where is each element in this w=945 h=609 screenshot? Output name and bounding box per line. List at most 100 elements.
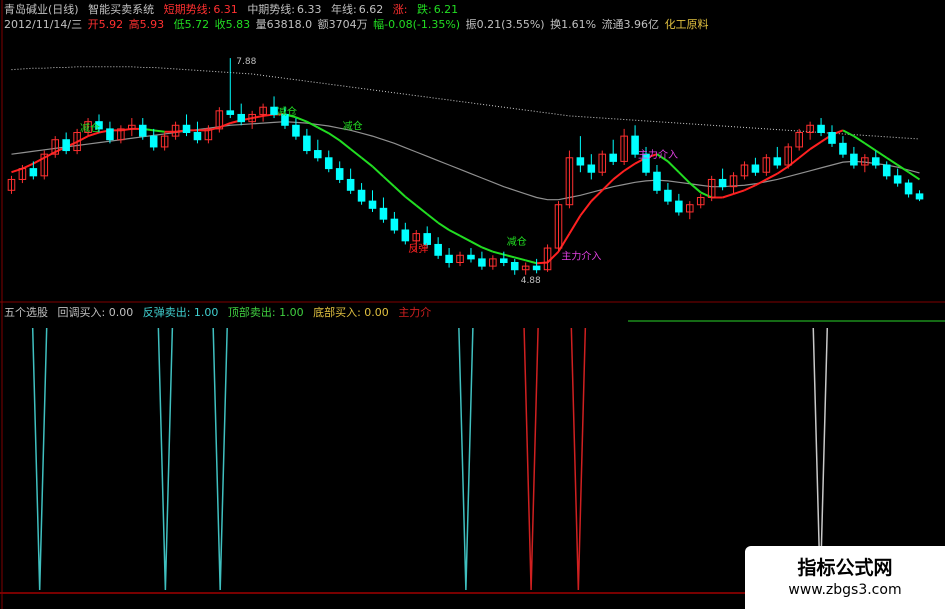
candle-body [850,153,858,166]
candle-body [149,135,158,148]
candle-body [314,150,322,159]
low-price-marker: 4.88 [521,276,541,286]
short-trend-segment [415,204,428,215]
signal-annotation: 主力介入 [561,249,601,262]
short-trend-segment [853,135,866,145]
short-trend-segment [459,234,472,243]
short-trend-segment [514,256,526,262]
candle-body [893,175,902,184]
short-trend-segment [765,172,778,181]
indicator-spike [523,327,539,591]
short-trend-segment [43,151,56,159]
candle-body [237,113,246,123]
short-trend-segment [809,141,822,150]
candle-body [904,182,913,195]
candle-body [828,132,836,144]
signal-annotation: 反弹 [408,242,428,255]
short-trend-segment [733,189,745,195]
candle-body [915,193,924,200]
signal-annotation: 减仓 [507,235,527,248]
indicator-spike [157,327,174,591]
short-trend-segment [897,164,910,174]
short-trend-segment [503,253,515,259]
short-trend-segment [339,139,352,150]
short-trend-segment [295,116,308,123]
short-trend-segment [875,149,888,159]
year-line [11,66,920,140]
candle-body [29,168,38,177]
short-trend-segment [21,162,34,170]
indicator-spike [31,327,48,591]
candle-body [839,142,847,155]
watermark-url: www.zbgs3.com [788,582,902,598]
short-trend-segment [76,135,89,143]
mid-trend-line [11,121,920,201]
candle-body [138,124,147,137]
candle-body [773,157,782,166]
candle-body [532,265,541,271]
candle-body [609,153,617,162]
signal-annotation: 主力介入 [638,148,678,161]
signal-annotation: 减仓 [343,119,363,132]
short-trend-segment [153,129,165,133]
candle-body [423,233,431,245]
candle-body [510,262,519,271]
signal-annotation: 减仓 [80,121,100,134]
short-trend-segment [700,191,713,199]
candle-body [817,124,825,134]
candle-body [500,258,508,263]
candle-body [303,135,311,152]
short-trend-segment [350,148,363,159]
candle-body [390,218,399,231]
candle-body [193,132,202,141]
candle-body [357,189,366,202]
candle-body [292,124,300,137]
short-trend-segment [886,156,899,166]
short-trend-segment [744,184,756,192]
candle-body [751,164,760,173]
short-trend-segment [864,142,877,152]
candle-body [882,164,891,177]
candle-body [718,178,727,188]
short-trend-segment [32,156,45,165]
candle-body [226,110,235,115]
candle-body [653,171,661,191]
short-trend-segment [470,240,483,249]
short-trend-segment [776,165,789,175]
candle-body [587,164,596,173]
candle-body [62,139,70,152]
kline-chart[interactable]: 7.884.88减仓减仓减仓减仓反弹主力介入主力介入 [0,0,945,609]
short-trend-segment [557,233,571,253]
short-trend-segment [481,246,494,253]
short-trend-segment [11,167,23,174]
indicator-spike [458,327,474,591]
short-trend-segment [546,250,560,264]
short-trend-segment [317,126,330,135]
short-trend-segment [798,148,811,159]
candle-body [664,189,672,202]
short-trend-segment [842,129,855,137]
candle-body [467,254,475,260]
candle-body [675,200,683,213]
short-trend-segment [667,160,680,173]
short-trend-segment [908,171,921,181]
short-trend-segment [328,132,341,142]
short-trend-segment [536,261,548,265]
candle-body [445,254,453,263]
short-trend-segment [426,213,439,224]
short-trend-segment [393,185,407,198]
candle-body [335,168,344,180]
short-trend-segment [371,165,385,178]
short-trend-segment [492,250,505,256]
short-trend-segment [404,195,417,207]
candle-body [478,258,486,267]
short-trend-segment [678,171,691,184]
candle-body [871,157,880,166]
short-trend-segment [722,192,734,199]
short-trend-segment [448,229,461,237]
short-trend-segment [360,156,374,168]
short-trend-segment [437,221,450,231]
watermark-logo: 指标公式网 www.zbgs3.com [745,546,945,609]
short-trend-segment [525,259,537,265]
candle-body [324,157,333,170]
